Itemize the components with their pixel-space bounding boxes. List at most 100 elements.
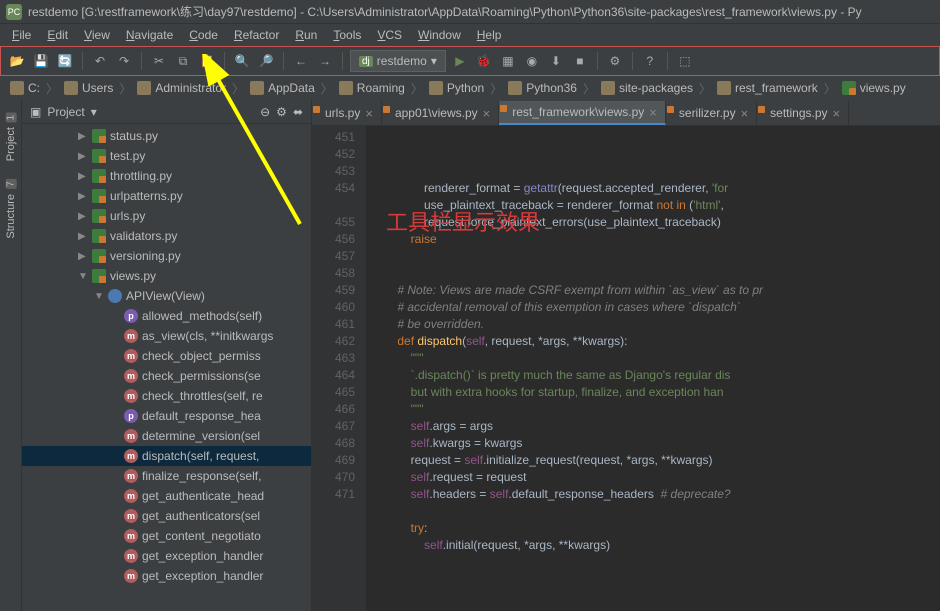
tree-item[interactable]: ▶urls.py [22,206,311,226]
tree-item[interactable]: ▶urlpatterns.py [22,186,311,206]
run-config-dropdown[interactable]: dj restdemo ▾ [350,50,446,72]
editor: urls.py×app01\views.py×rest_framework\vi… [312,100,940,611]
menu-code[interactable]: Code [181,26,226,44]
tree-item[interactable]: ▶ versioning.py [22,246,311,266]
tool-tab-structure[interactable]: Structure 7 [3,171,19,247]
profile-icon[interactable]: ◉ [522,51,542,71]
menu-navigate[interactable]: Navigate [118,26,181,44]
copy-icon[interactable]: ⧉ [173,51,193,71]
tree-item[interactable]: mcheck_object_permiss [22,346,311,366]
open-icon[interactable]: 📂 [7,51,27,71]
django-icon: dj [359,56,373,67]
breadcrumb-item[interactable]: C: [6,81,44,95]
hide-icon[interactable]: ⬌ [293,105,303,119]
menu-tools[interactable]: Tools [325,26,369,44]
breadcrumb-item[interactable]: rest_framework [713,81,822,95]
run-icon[interactable]: ▶ [450,51,470,71]
breadcrumb-item[interactable]: Roaming [335,81,409,95]
tree-item[interactable]: ▼APIView(View) [22,286,311,306]
close-icon[interactable]: × [483,106,491,121]
settings-icon[interactable]: ⚙ [605,51,625,71]
editor-tab[interactable]: serilizer.py× [666,101,757,125]
attach-icon[interactable]: ⬇ [546,51,566,71]
editor-tab[interactable]: urls.py× [312,101,382,125]
forward-icon[interactable]: → [315,51,335,71]
tree-item[interactable]: mcheck_throttles(self, re [22,386,311,406]
debug-icon[interactable]: 🐞 [474,51,494,71]
tree-item[interactable]: ▶throttling.py [22,166,311,186]
undo-icon[interactable]: ↶ [90,51,110,71]
tree-item[interactable]: ▶validators.py [22,226,311,246]
tree-item[interactable]: mdetermine_version(sel [22,426,311,446]
menu-view[interactable]: View [76,26,118,44]
menu-refactor[interactable]: Refactor [226,26,287,44]
tree-item[interactable]: mget_content_negotiato [22,526,311,546]
stop-icon[interactable]: ■ [570,51,590,71]
editor-tab[interactable]: app01\views.py× [382,101,499,125]
collapse-icon[interactable]: ⊖ [260,105,270,119]
save-icon[interactable]: 💾 [31,51,51,71]
chevron-icon: 〉 [699,80,711,97]
zoom-out-icon[interactable]: 🔍 [232,51,252,71]
tree-item[interactable]: pallowed_methods(self) [22,306,311,326]
tree-item[interactable]: ▼views.py [22,266,311,286]
menu-vcs[interactable]: VCS [369,26,410,44]
tree-item[interactable]: mdispatch(self, request, [22,446,311,466]
project-header[interactable]: ▣ Project ▾ ⊖ ⚙ ⬌ [22,100,311,124]
back-icon[interactable]: ← [291,51,311,71]
project-tree[interactable]: ▶status.py▶test.py▶throttling.py▶urlpatt… [22,124,311,611]
breadcrumb-item[interactable]: Python [425,81,488,95]
tree-item[interactable]: pdefault_response_hea [22,406,311,426]
cut-icon[interactable]: ✂ [149,51,169,71]
close-icon[interactable]: × [741,106,749,121]
tool-tab-project[interactable]: Project 1 [3,104,19,169]
menu-help[interactable]: Help [469,26,510,44]
chevron-icon: 〉 [824,80,836,97]
breadcrumb-label: AppData [268,81,315,95]
zoom-in-icon[interactable]: 🔎 [256,51,276,71]
tree-item[interactable]: mget_exception_handler [22,566,311,586]
code-text[interactable]: 工具栏显示效果 renderer_format = getattr(reques… [366,126,940,611]
menu-run[interactable]: Run [287,26,325,44]
tree-item[interactable]: ▶status.py [22,126,311,146]
py-icon [92,129,106,143]
code-area[interactable]: 4514524534544554564574584594604614624634… [312,126,940,611]
tree-item[interactable]: mget_exception_handler [22,546,311,566]
breadcrumb-label: Python [447,81,484,95]
tree-item[interactable]: mget_authenticators(sel [22,506,311,526]
editor-tab[interactable]: settings.py × [757,101,849,125]
tree-label: test.py [110,149,145,163]
fld-icon [250,81,264,95]
tree-item[interactable]: mfinalize_response(self, [22,466,311,486]
tree-item[interactable]: ▶test.py [22,146,311,166]
redo-icon[interactable]: ↷ [114,51,134,71]
paste-icon[interactable]: 📋 [197,51,217,71]
help-icon[interactable]: ? [640,51,660,71]
tree-label: throttling.py [110,169,172,183]
close-icon[interactable]: × [833,106,841,121]
coverage-icon[interactable]: ▦ [498,51,518,71]
breadcrumb-item[interactable]: AppData [246,81,319,95]
py-icon [92,229,106,243]
tree-item[interactable]: mcheck_permissions(se [22,366,311,386]
menu-edit[interactable]: Edit [39,26,76,44]
project-panel: ▣ Project ▾ ⊖ ⚙ ⬌ ▶status.py▶test.py▶thr… [22,100,312,611]
close-icon[interactable]: × [649,105,657,120]
breadcrumb-item[interactable]: views.py [838,81,910,95]
gear-icon[interactable]: ⚙ [276,105,287,119]
tree-item[interactable]: mas_view(cls, **initkwargs [22,326,311,346]
breadcrumb-item[interactable]: site-packages [597,81,697,95]
sync-icon[interactable]: 🔄 [55,51,75,71]
breadcrumb-item[interactable]: Python36 [504,81,581,95]
tree-item[interactable]: mget_authenticate_head [22,486,311,506]
editor-tab[interactable]: rest_framework\views.py× [499,101,666,125]
breadcrumb-item[interactable]: Users [60,81,117,95]
menu-window[interactable]: Window [410,26,469,44]
menu-file[interactable]: File [4,26,39,44]
tree-label: versioning.py [110,249,181,263]
breadcrumb-item[interactable]: Administrator [133,81,230,95]
sdk-icon[interactable]: ⬚ [675,51,695,71]
close-icon[interactable]: × [365,106,373,121]
tree-arrow-icon: ▶ [78,251,88,262]
tab-label: settings.py [770,106,827,120]
